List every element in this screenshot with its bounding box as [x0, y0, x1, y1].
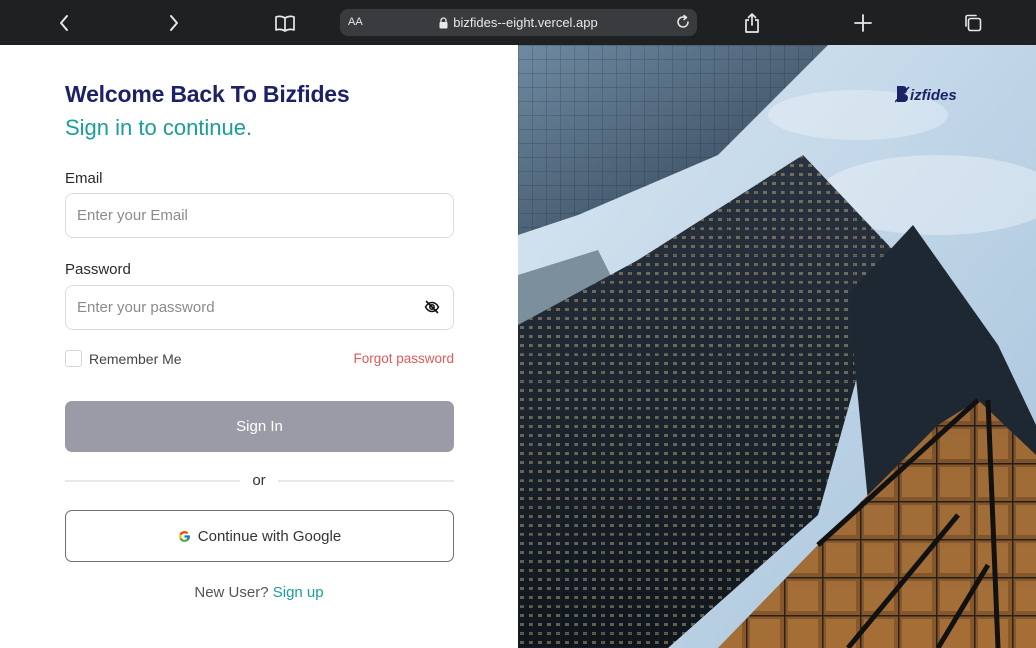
page-subtitle: Sign in to continue.: [65, 115, 253, 140]
skyscrapers-photo: [518, 45, 1036, 648]
browser-toolbar: AA bizfides--eight.vercel.app: [0, 0, 1036, 45]
google-icon: [178, 530, 191, 543]
email-field[interactable]: [66, 194, 453, 237]
divider-right: [278, 480, 454, 482]
lock-icon: [439, 16, 448, 29]
signup-prompt: New User? Sign up: [0, 584, 518, 601]
reload-icon[interactable]: [675, 14, 691, 35]
url-text: bizfides--eight.vercel.app: [453, 15, 598, 30]
or-separator: or: [252, 472, 266, 489]
remember-checkbox[interactable]: [65, 350, 82, 367]
email-label: Email: [65, 170, 103, 187]
continue-with-google-button[interactable]: Continue with Google: [65, 510, 454, 562]
share-icon[interactable]: [741, 0, 763, 45]
address-bar[interactable]: AA bizfides--eight.vercel.app: [340, 9, 697, 36]
password-field-wrapper: [65, 285, 454, 330]
eye-slash-icon[interactable]: [424, 299, 440, 320]
remember-label: Remember Me: [89, 350, 182, 367]
plus-icon[interactable]: [852, 0, 874, 45]
back-icon[interactable]: [52, 0, 76, 45]
url-display[interactable]: bizfides--eight.vercel.app: [340, 9, 697, 36]
password-field[interactable]: [66, 286, 453, 329]
book-icon[interactable]: [272, 0, 298, 45]
divider-left: [65, 480, 240, 482]
logo-mark-icon: [895, 86, 910, 103]
sign-in-button[interactable]: Sign In: [65, 401, 454, 452]
google-button-label: Continue with Google: [197, 527, 342, 545]
bizfides-logo: izfides: [895, 85, 957, 103]
password-label: Password: [65, 261, 131, 278]
forward-icon[interactable]: [162, 0, 186, 45]
login-panel: Welcome Back To Bizfides Sign in to cont…: [0, 45, 518, 648]
logo-text: izfides: [910, 87, 957, 104]
forgot-password-link[interactable]: Forgot password: [353, 351, 454, 366]
sign-up-link[interactable]: Sign up: [273, 584, 324, 601]
remember-me[interactable]: Remember Me: [65, 350, 182, 367]
new-user-text: New User?: [194, 584, 269, 601]
page-title: Welcome Back To Bizfides: [65, 81, 350, 107]
email-field-wrapper: [65, 193, 454, 238]
hero-image: izfides: [518, 45, 1036, 648]
tabs-icon[interactable]: [962, 0, 984, 45]
